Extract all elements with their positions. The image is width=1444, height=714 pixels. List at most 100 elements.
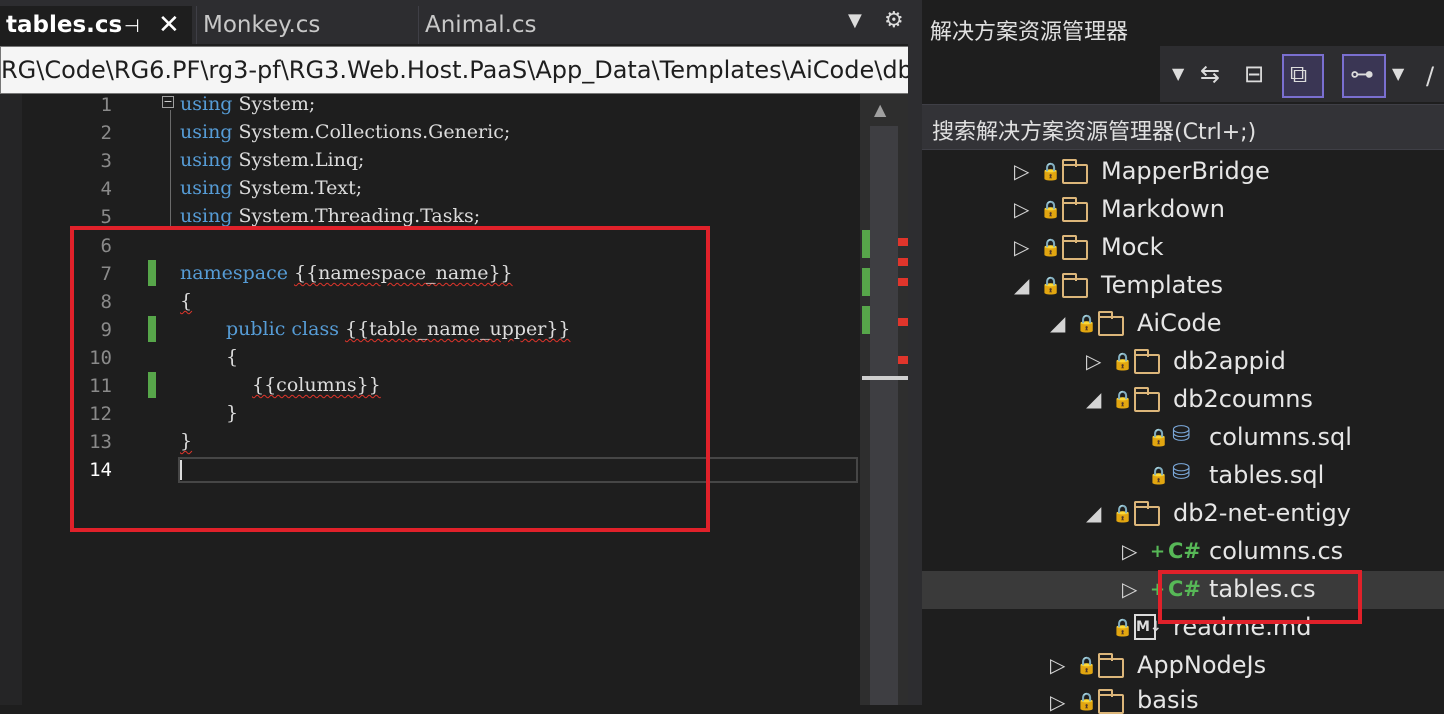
scrollbar-error-marker: [898, 318, 908, 326]
code-text: System.Linq;: [232, 149, 365, 171]
scrollbar-error-marker: [898, 258, 908, 266]
expand-arrow-icon[interactable]: ▷: [1014, 159, 1029, 183]
scrollbar-thumb[interactable]: [870, 126, 898, 705]
highlight-annotation-box: [1158, 570, 1362, 624]
tree-item-label: columns.cs: [1209, 537, 1344, 565]
expand-arrow-icon[interactable]: ▷: [1122, 539, 1137, 563]
code-text: System.Text;: [232, 177, 363, 199]
tree-view-icon: ⊶: [1350, 60, 1374, 88]
lock-icon: 🔒: [1076, 692, 1098, 712]
code-line: using System.Threading.Tasks;: [180, 205, 480, 227]
folder-icon: [1062, 273, 1088, 298]
tree-item-label: Markdown: [1101, 195, 1225, 223]
expand-arrow-icon[interactable]: ▷: [1050, 690, 1065, 714]
lock-icon: 🔒: [1112, 390, 1134, 410]
sql-file-icon: ⛁: [1172, 460, 1191, 485]
scrollbar-error-marker: [898, 356, 908, 364]
expand-arrow-icon[interactable]: ▷: [1014, 235, 1029, 259]
lock-icon: 🔒: [1040, 162, 1062, 182]
highlight-annotation-box: [70, 226, 710, 532]
dropdown-icon[interactable]: ▼: [848, 10, 862, 31]
line-number: 2: [100, 122, 112, 144]
sql-file-icon: ⛁: [1172, 422, 1191, 447]
wrench-icon[interactable]: /: [1426, 62, 1434, 90]
dropdown-icon[interactable]: ▼: [1392, 64, 1404, 83]
lock-icon: 🔒: [1148, 466, 1170, 486]
keyword: using: [180, 205, 233, 227]
tree-item-label: AppNodeJs: [1137, 651, 1267, 679]
lock-icon: 🔒: [1040, 200, 1062, 220]
editor-left-margin: [0, 94, 22, 705]
keyword: using: [180, 121, 233, 143]
pin-icon[interactable]: ⊣: [124, 16, 140, 37]
lock-icon: 🔒: [1076, 314, 1098, 334]
folder-icon: [1062, 197, 1088, 222]
fold-guide: [170, 110, 171, 230]
lock-icon: 🔒: [1040, 238, 1062, 258]
tree-item-label: MapperBridge: [1101, 157, 1270, 185]
collapse-arrow-icon[interactable]: ◢: [1086, 387, 1101, 411]
scrollbar-error-marker: [898, 278, 908, 286]
scrollbar-change-marker: [862, 268, 870, 296]
scrollbar-error-marker: [898, 238, 908, 246]
tree-item-label: basis: [1137, 686, 1199, 714]
tree-item-label: Mock: [1101, 233, 1164, 261]
tree-item-label: db2appid: [1173, 347, 1286, 375]
tab-animal-cs[interactable]: Animal.cs: [418, 6, 620, 44]
tree-item-label: Templates: [1101, 271, 1224, 299]
line-number: 4: [100, 178, 112, 200]
lock-icon: 🔒: [1112, 504, 1134, 524]
line-number: 5: [100, 206, 112, 228]
folder-icon: [1062, 235, 1088, 260]
expand-arrow-icon[interactable]: ▷: [1086, 349, 1101, 373]
keyword: using: [180, 93, 233, 115]
csharp-file-icon: C#: [1168, 539, 1202, 563]
pane-splitter[interactable]: [908, 0, 922, 705]
expand-arrow-icon[interactable]: ▷: [1122, 577, 1137, 601]
collapse-arrow-icon[interactable]: ◢: [1050, 311, 1065, 335]
collapse-icon[interactable]: −: [162, 96, 174, 108]
collapse-all-icon[interactable]: ⊟: [1244, 60, 1264, 88]
lock-icon: 🔒: [1076, 656, 1098, 676]
code-text: System.Threading.Tasks;: [232, 205, 481, 227]
lock-icon: 🔒: [1112, 352, 1134, 372]
code-text: System.Collections.Generic;: [232, 121, 511, 143]
folder-icon: [1134, 501, 1160, 526]
keyword: using: [180, 177, 233, 199]
collapse-arrow-icon[interactable]: ◢: [1014, 273, 1029, 297]
code-line: using System.Text;: [180, 177, 362, 199]
tree-item-label: db2-net-entigy: [1173, 499, 1351, 527]
code-text: System;: [232, 93, 316, 115]
expand-arrow-icon[interactable]: ▷: [1014, 197, 1029, 221]
folder-icon: [1062, 159, 1088, 184]
line-number: 3: [100, 150, 112, 172]
tree-item-mock[interactable]: [922, 229, 1444, 267]
dropdown-icon[interactable]: ▼: [1172, 64, 1184, 83]
added-badge-icon: +: [1150, 541, 1166, 562]
code-line: using System.Collections.Generic;: [180, 121, 510, 143]
show-all-files-icon: ⧉: [1290, 60, 1308, 88]
lock-icon: 🔒: [1148, 428, 1170, 448]
code-line: using System;: [180, 93, 315, 115]
folder-icon: [1098, 689, 1124, 714]
folder-icon: [1098, 653, 1124, 678]
gear-icon[interactable]: ⚙: [884, 8, 904, 33]
tree-item-label: columns.sql: [1209, 423, 1352, 451]
folder-icon: [1134, 387, 1160, 412]
sync-icon[interactable]: ⇆: [1200, 60, 1220, 88]
scrollbar-change-marker: [862, 306, 870, 334]
folder-icon: [1134, 349, 1160, 374]
expand-arrow-icon[interactable]: ▷: [1050, 653, 1065, 677]
scrollbar-position-indicator: [862, 376, 908, 380]
keyword: using: [180, 149, 233, 171]
tree-item-label: db2coumns: [1173, 385, 1313, 413]
folder-icon: [1098, 311, 1124, 336]
search-placeholder: 搜索解决方案资源管理器(Ctrl+;): [932, 120, 1257, 145]
tab-monkey-cs[interactable]: Monkey.cs: [196, 6, 412, 44]
tree-item-label: AiCode: [1137, 309, 1222, 337]
tree-item-label: tables.sql: [1209, 461, 1325, 489]
scroll-up-icon[interactable]: ▲: [874, 100, 886, 119]
code-line: using System.Linq;: [180, 149, 364, 171]
collapse-arrow-icon[interactable]: ◢: [1086, 501, 1101, 525]
close-icon[interactable]: ✕: [158, 10, 180, 40]
